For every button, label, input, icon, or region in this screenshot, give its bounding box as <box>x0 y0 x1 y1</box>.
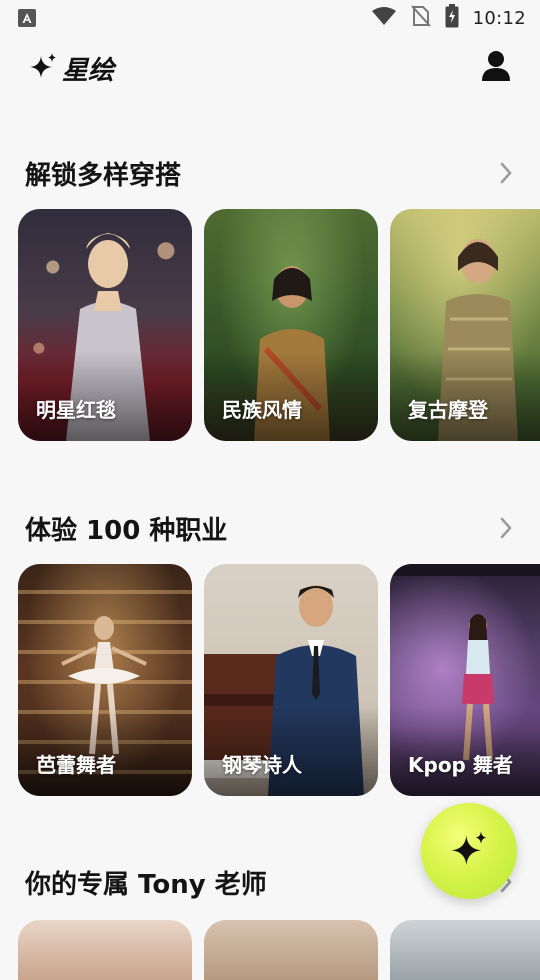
section-title: 你的专属 Tony 老师 <box>25 869 267 900</box>
wifi-icon <box>371 6 397 30</box>
card-label: 复古摩登 <box>408 398 488 422</box>
card-label: 明星红毯 <box>36 398 116 422</box>
chevron-right-icon[interactable] <box>494 516 518 540</box>
battery-charging-icon <box>445 4 459 32</box>
section-header[interactable]: 体验 100 种职业 <box>0 508 540 548</box>
no-sim-icon <box>410 5 431 31</box>
status-time: 10:12 <box>472 7 526 29</box>
section-outfits: 解锁多样穿搭 明星红毯 民族风情 复古摩登 <box>0 153 540 441</box>
card-red-carpet[interactable]: 明星红毯 <box>18 209 192 441</box>
hair-stylist-card-row <box>18 920 540 980</box>
card-hairstyle-1[interactable] <box>18 920 192 980</box>
card-label: 钢琴诗人 <box>222 753 302 777</box>
section-header[interactable]: 解锁多样穿搭 <box>0 153 540 193</box>
card-ethnic-style[interactable]: 民族风情 <box>204 209 378 441</box>
card-hairstyle-2[interactable] <box>204 920 378 980</box>
brand-logo: 星绘 <box>28 50 114 87</box>
create-fab-button[interactable] <box>421 803 517 899</box>
sparkle-icon <box>28 51 58 85</box>
app-name: 星绘 <box>62 55 115 86</box>
card-label: Kpop 舞者 <box>408 753 513 777</box>
section-professions: 体验 100 种职业 芭蕾舞者 钢琴诗人 Kpop 舞者 <box>0 508 540 796</box>
person-icon <box>482 50 510 86</box>
section-title: 解锁多样穿搭 <box>25 160 182 191</box>
card-hairstyle-3[interactable] <box>390 920 540 980</box>
card-piano-poet[interactable]: 钢琴诗人 <box>204 564 378 796</box>
status-bar: 10:12 <box>0 0 540 36</box>
sparkle-icon <box>449 829 489 873</box>
card-kpop-dancer[interactable]: Kpop 舞者 <box>390 564 540 796</box>
app-header: 星绘 <box>0 44 540 92</box>
card-retro-modern[interactable]: 复古摩登 <box>390 209 540 441</box>
card-ballet-dancer[interactable]: 芭蕾舞者 <box>18 564 192 796</box>
section-title: 体验 100 种职业 <box>25 515 228 546</box>
profile-button[interactable] <box>480 51 512 85</box>
chevron-right-icon[interactable] <box>494 161 518 185</box>
a-badge-icon <box>18 9 36 27</box>
card-label: 芭蕾舞者 <box>36 753 116 777</box>
card-label: 民族风情 <box>222 398 302 422</box>
